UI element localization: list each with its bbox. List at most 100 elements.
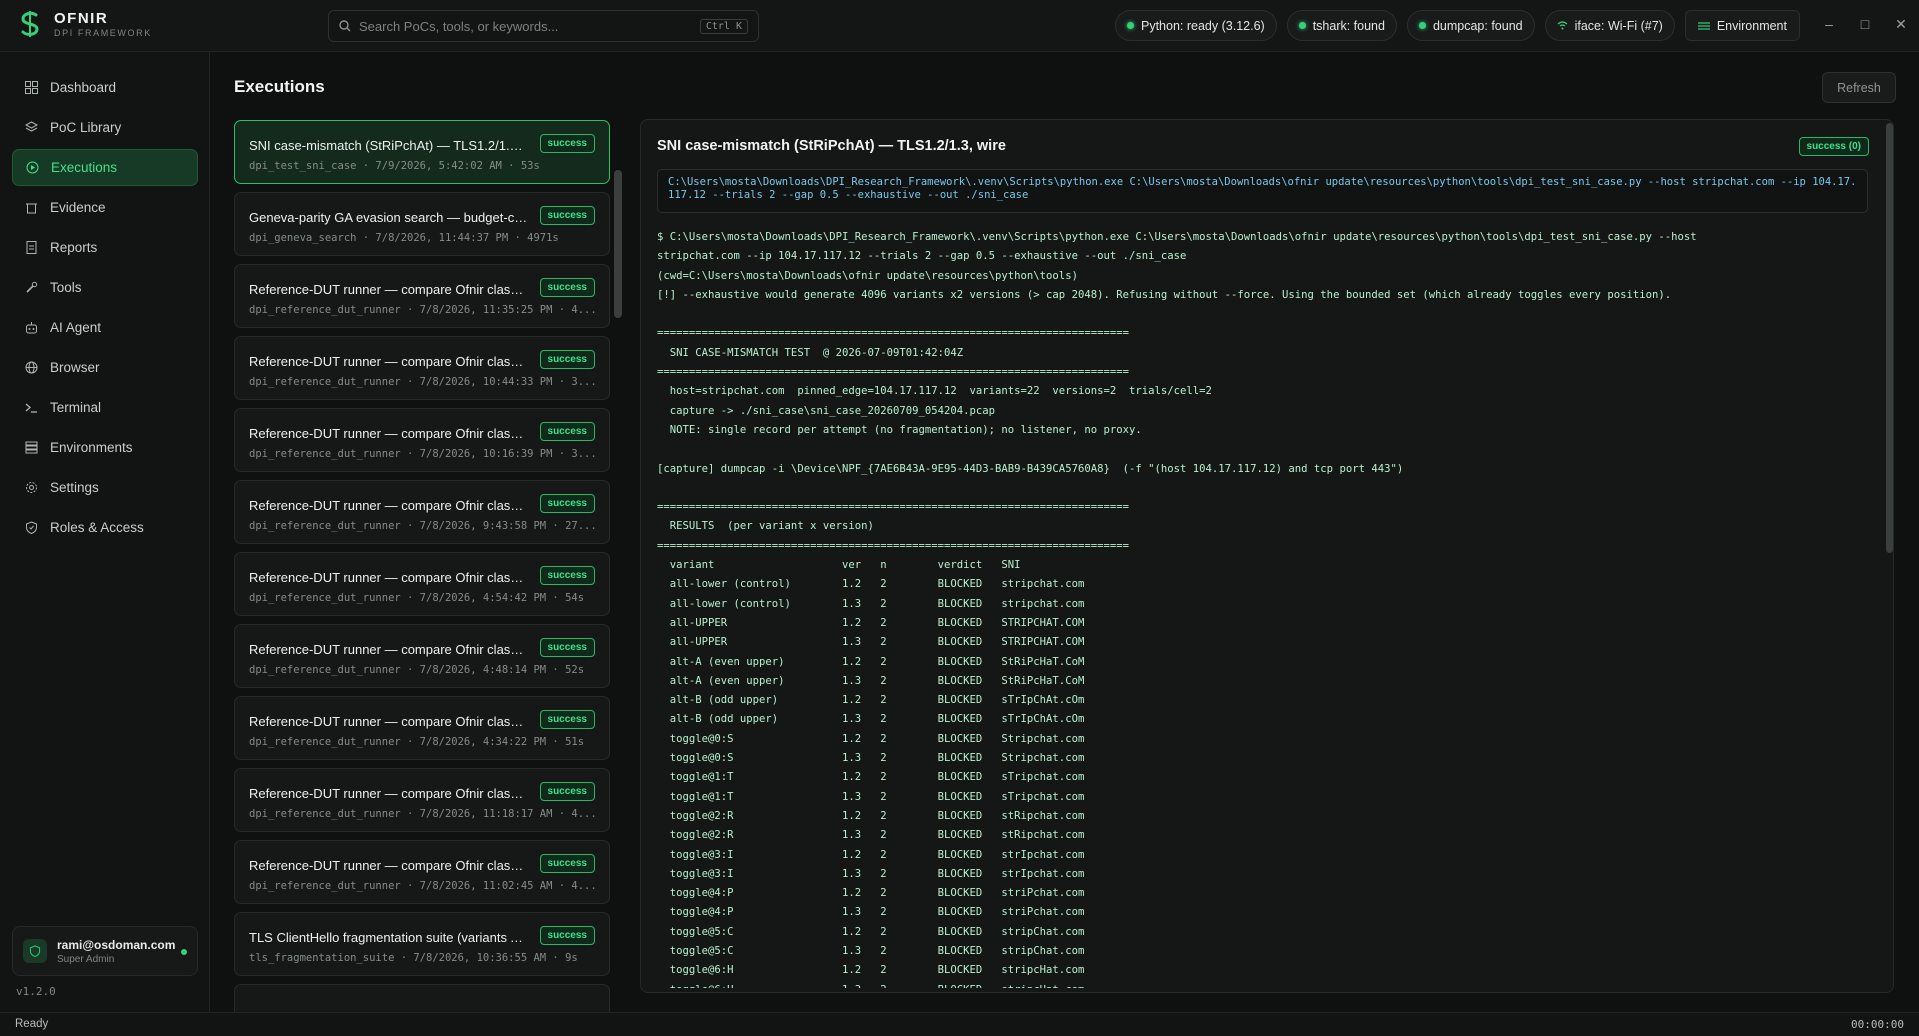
status-text: Ready — [15, 1018, 49, 1030]
execution-title: Reference-DUT runner — compare Ofnir cla… — [249, 354, 529, 369]
status-badge: success — [539, 638, 595, 657]
console-line: toggle@4:P 1.2 2 BLOCKED striPchat.com — [657, 887, 1085, 900]
dumpcap-status-pill[interactable]: dumpcap: found — [1406, 10, 1535, 41]
app-version: v1.2.0 — [16, 985, 56, 998]
sidebar-item-tools[interactable]: Tools — [12, 269, 198, 306]
console-line: toggle@0:S 1.2 2 BLOCKED Stripchat.com — [657, 732, 1085, 745]
status-bar: Ready 00:00:00 — [0, 1012, 1919, 1036]
console-line: variant ver n verdict SNI — [657, 559, 1021, 572]
trash-icon — [26, 203, 37, 214]
console-line: toggle@3:I 1.2 2 BLOCKED strIpchat.com — [657, 848, 1085, 861]
console-line: toggle@5:C 1.3 2 BLOCKED stripChat.com — [657, 944, 1085, 957]
sidebar-item-ai-agent[interactable]: AI Agent — [12, 309, 198, 346]
executions-list: SNI case-mismatch (StRiPchAt) — TLS1.2/1… — [234, 120, 610, 1012]
status-badge: success — [539, 350, 595, 369]
execution-card[interactable]: Reference-DUT runner — compare Ofnir cla… — [234, 264, 610, 328]
layers-icon — [25, 121, 38, 132]
refresh-button[interactable]: Refresh — [1822, 72, 1896, 103]
console-output[interactable]: $ C:\Users\mosta\Downloads\DPI_Research_… — [657, 228, 1868, 988]
sidebar-item-terminal[interactable]: Terminal — [12, 389, 198, 426]
environment-button[interactable]: Environment — [1684, 10, 1800, 41]
shield-icon — [26, 521, 37, 534]
execution-card[interactable]: Reference-DUT runner — compare Ofnir cla… — [234, 552, 610, 616]
python-status-pill[interactable]: Python: ready (3.12.6) — [1115, 10, 1277, 41]
sidebar-item-roles-access[interactable]: Roles & Access — [12, 509, 198, 546]
play-circle-icon — [26, 161, 39, 174]
execution-card[interactable]: SNI case-mismatch (StRiPchAt) — TLS1.2/1… — [234, 120, 610, 184]
console-line: toggle@6:H 1.3 2 BLOCKED stripcHat.com — [657, 981, 1868, 988]
sidebar-item-settings[interactable]: Settings — [12, 469, 198, 506]
execution-card[interactable]: Reference-DUT runner — compare Ofnir cla… — [234, 480, 610, 544]
execution-title: SNI case-mismatch (StRiPchAt) — TLS1.2/1… — [249, 138, 529, 153]
execution-card[interactable]: Reference-DUT runner — compare Ofnir cla… — [234, 624, 610, 688]
execution-title: Reference-DUT runner — compare Ofnir cla… — [249, 426, 529, 441]
user-role: Super Admin — [57, 953, 115, 965]
console-line: toggle@1:T 1.3 2 BLOCKED sTripchat.com — [657, 790, 1085, 803]
shield-icon — [29, 945, 41, 957]
execution-card[interactable]: TLS ClientHello fragmentation suite (var… — [234, 912, 610, 976]
execution-card[interactable]: Reference-DUT runner — compare Ofnir cla… — [234, 696, 610, 760]
status-badge: success — [539, 710, 595, 729]
execution-card[interactable]: Reference-DUT runner — compare Ofnir cla… — [234, 336, 610, 400]
sidebar-item-executions[interactable]: Executions — [12, 149, 198, 186]
execution-meta: dpi_reference_dut_runner · 7/8/2026, 4:5… — [249, 592, 585, 604]
status-badge: success — [539, 494, 595, 513]
sidebar-item-dashboard[interactable]: Dashboard — [12, 69, 198, 106]
execution-title: Reference-DUT runner — compare Ofnir cla… — [249, 714, 529, 729]
user-card[interactable]: rami@osdoman.com Super Admin — [12, 926, 198, 976]
execution-card[interactable]: Geneva-parity GA evasion search — budget… — [234, 192, 610, 256]
search-box[interactable]: Ctrl K — [328, 10, 759, 42]
console-line: alt-B (odd upper) 1.2 2 BLOCKED sTrIpChA… — [657, 694, 1085, 707]
dashboard-icon — [25, 81, 38, 94]
execution-meta: dpi_reference_dut_runner · 7/8/2026, 11:… — [249, 880, 597, 892]
execution-title: Reference-DUT runner — compare Ofnir cla… — [249, 858, 529, 873]
tshark-status-pill[interactable]: tshark: found — [1286, 10, 1397, 41]
execution-card[interactable]: Reference-DUT runner — compare Ofnir cla… — [234, 768, 610, 832]
close-button[interactable]: ✕ — [1883, 16, 1919, 33]
console-line: toggle@3:I 1.3 2 BLOCKED strIpchat.com — [657, 867, 1085, 880]
brand-subtitle: DPI FRAMEWORK — [54, 28, 152, 38]
console-line: stripchat.com --ip 104.17.117.12 --trial… — [657, 250, 1187, 263]
console-line: toggle@2:R 1.3 2 BLOCKED stRipchat.com — [657, 829, 1085, 842]
console-line: SNI CASE-MISMATCH TEST @ 2026-07-09T01:4… — [657, 346, 964, 359]
console-line: ========================================… — [657, 366, 1129, 379]
list-scrollbar[interactable] — [614, 170, 622, 318]
execution-meta: dpi_reference_dut_runner · 7/8/2026, 4:4… — [249, 664, 585, 676]
console-line: toggle@2:R 1.2 2 BLOCKED stRipchat.com — [657, 809, 1085, 822]
console-line: toggle@6:H 1.2 2 BLOCKED stripcHat.com — [657, 964, 1085, 977]
execution-title: Geneva-parity GA evasion search — budget… — [249, 210, 529, 225]
console-line: capture -> ./sni_case\sni_case_20260709_… — [657, 404, 996, 417]
console-line: all-lower (control) 1.2 2 BLOCKED stripc… — [657, 578, 1085, 591]
status-badge: success — [539, 134, 595, 153]
iface-status-pill[interactable]: iface: Wi-Fi (#7) — [1544, 10, 1675, 41]
command-box[interactable]: C:\Users\mosta\Downloads\DPI_Research_Fr… — [657, 169, 1868, 213]
status-pills: Python: ready (3.12.6) tshark: found dum… — [1115, 10, 1800, 41]
brand-name: OFNIR — [54, 10, 109, 27]
sidebar-item-evidence[interactable]: Evidence — [12, 189, 198, 226]
document-icon — [26, 241, 37, 254]
search-input[interactable] — [359, 18, 700, 34]
sidebar-item-poc-library[interactable]: PoC Library — [12, 109, 198, 146]
execution-card[interactable] — [234, 984, 610, 1012]
execution-title: TLS ClientHello fragmentation suite (var… — [249, 930, 529, 945]
minimize-button[interactable]: – — [1811, 16, 1847, 33]
sidebar: Dashboard PoC Library Executions Evidenc… — [0, 52, 210, 1012]
execution-card[interactable]: Reference-DUT runner — compare Ofnir cla… — [234, 840, 610, 904]
execution-title: Reference-DUT runner — compare Ofnir cla… — [249, 282, 529, 297]
execution-detail-panel: SNI case-mismatch (StRiPchAt) — TLS1.2/1… — [640, 119, 1894, 993]
detail-scrollbar[interactable] — [1886, 123, 1893, 553]
console-line: ========================================… — [657, 501, 1129, 514]
execution-meta: tls_fragmentation_suite · 7/8/2026, 10:3… — [249, 952, 578, 964]
console-line: $ C:\Users\mosta\Downloads\DPI_Research_… — [657, 231, 1697, 243]
maximize-button[interactable]: □ — [1847, 16, 1883, 33]
sliders-icon — [1697, 21, 1710, 30]
execution-card[interactable]: Reference-DUT runner — compare Ofnir cla… — [234, 408, 610, 472]
window-controls: – □ ✕ — [1811, 16, 1919, 33]
sidebar-item-environments[interactable]: Environments — [12, 429, 198, 466]
sidebar-item-browser[interactable]: Browser — [12, 349, 198, 386]
console-line: toggle@1:T 1.2 2 BLOCKED sTripchat.com — [657, 771, 1085, 784]
execution-title: Reference-DUT runner — compare Ofnir cla… — [249, 642, 529, 657]
sidebar-item-reports[interactable]: Reports — [12, 229, 198, 266]
